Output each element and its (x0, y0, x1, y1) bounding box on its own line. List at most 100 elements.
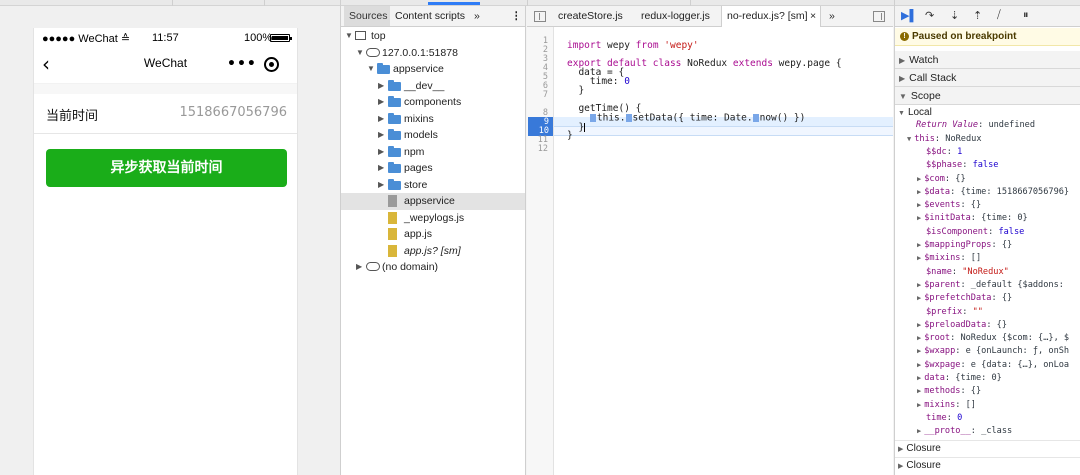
tree-item[interactable]: app.js (341, 226, 525, 243)
tree-arrow-icon[interactable]: ▶ (378, 144, 384, 161)
expand-arrow-icon[interactable]: ▶ (917, 201, 921, 209)
scope-property[interactable]: ▶ data: {time: 0} (917, 372, 1002, 385)
more-tabs-icon[interactable]: » (474, 10, 480, 22)
tab-sources[interactable]: Sources (349, 10, 388, 22)
expand-arrow-icon[interactable]: ▶ (917, 427, 921, 435)
tree-item[interactable]: ▶ (no domain) (341, 259, 525, 276)
scope-property[interactable]: ▼ this: NoRedux (907, 133, 982, 146)
expand-arrow-icon[interactable]: ▶ (917, 321, 921, 329)
scope-property[interactable]: ▶ $prefetchData: {} (917, 292, 1012, 305)
scope-property[interactable]: $name: "NoRedux" (926, 266, 1009, 279)
scope-property[interactable]: $isComponent: false (926, 226, 1024, 239)
expand-arrow-icon[interactable]: ▶ (917, 347, 921, 355)
tree-item[interactable]: ▼ 127.0.0.1:51878 (341, 45, 525, 62)
deactivate-breakpoints-icon[interactable]: ⧸ (997, 9, 1001, 22)
scope-property[interactable]: $prefix: "" (926, 306, 983, 319)
tree-item[interactable]: app.js? [sm] (341, 243, 525, 260)
debugger-sidebar: ▶▌ ↷ ⇣ ⇡ ⧸ ⏸ ! Paused on breakpoint ▶ Watc… (894, 6, 1080, 475)
scope-property[interactable]: ▶ $events: {} (917, 199, 981, 212)
tree-item[interactable]: ▶ npm (341, 144, 525, 161)
section-scope[interactable]: ▼ Scope (895, 87, 1080, 105)
section-call-stack[interactable]: ▶ Call Stack (895, 69, 1080, 87)
async-get-time-button[interactable]: 异步获取当前时间 (46, 149, 287, 187)
tree-item[interactable]: ▶ components (341, 94, 525, 111)
step-over-icon[interactable]: ↷ (925, 9, 934, 22)
tree-item[interactable]: ▶ pages (341, 160, 525, 177)
property-separator: : (991, 240, 1002, 250)
expand-arrow-icon[interactable]: ▶ (917, 281, 921, 289)
expand-arrow-icon[interactable]: ▶ (917, 401, 921, 409)
tree-arrow-icon[interactable]: ▶ (378, 111, 384, 128)
tree-item-label: top (371, 30, 386, 42)
step-into-icon[interactable]: ⇣ (950, 9, 959, 22)
tree-arrow-icon[interactable]: ▶ (378, 160, 384, 177)
tree-item[interactable]: ▶ store (341, 177, 525, 194)
active-panel-indicator (428, 2, 480, 5)
collapse-arrow-icon[interactable]: ▼ (907, 135, 911, 143)
scope-property[interactable]: ▶ mixins: [] (917, 399, 976, 412)
scope-property[interactable]: ▶ __proto__: _class (917, 425, 1012, 438)
more-tabs-icon[interactable]: » (829, 10, 835, 22)
closure-scope[interactable]: ▶ Closure (895, 440, 1080, 456)
expand-arrow-icon[interactable]: ▶ (917, 387, 921, 395)
tree-arrow-icon[interactable]: ▶ (356, 259, 362, 276)
tree-arrow-icon[interactable]: ▶ (378, 94, 384, 111)
tree-item[interactable]: ▼ appservice (341, 61, 525, 78)
close-tab-icon[interactable]: × (810, 10, 816, 22)
tree-item[interactable]: appservice (341, 193, 525, 210)
scope-property[interactable]: ▶ $parent: _default {$addons: (917, 279, 1064, 292)
scope-property[interactable]: Return Value: undefined (916, 119, 1035, 132)
scope-property[interactable]: ▶ $root: NoRedux {$com: {…}, $ (917, 332, 1069, 345)
scope-property[interactable]: ▶ $com: {} (917, 173, 966, 186)
scope-property[interactable]: ▶ $preloadData: {} (917, 319, 1007, 332)
expand-arrow-icon[interactable]: ▶ (917, 188, 921, 196)
tree-item[interactable]: ▶ mixins (341, 111, 525, 128)
more-dots-icon[interactable]: ••• (227, 56, 257, 72)
expand-arrow-icon[interactable]: ▶ (917, 214, 921, 222)
tree-arrow-icon[interactable]: ▼ (345, 28, 353, 45)
scope-property[interactable]: ▶ $mixins: [] (917, 252, 981, 265)
close-circle-icon[interactable] (264, 57, 279, 72)
tree-arrow-icon[interactable]: ▼ (356, 45, 364, 62)
scope-local-header[interactable]: ▼ Local (898, 106, 932, 119)
scope-property[interactable]: $$dc: 1 (926, 146, 962, 159)
tree-item[interactable]: _wepylogs.js (341, 210, 525, 227)
scope-property[interactable]: $$phase: false (926, 159, 998, 172)
expand-arrow-icon[interactable]: ▶ (917, 334, 921, 342)
paused-text: Paused on breakpoint (912, 31, 1017, 42)
tree-arrow-icon[interactable]: ▶ (378, 127, 384, 144)
scope-property[interactable]: ▶ $initData: {time: 0} (917, 212, 1028, 225)
line-number[interactable]: 7 (543, 90, 548, 100)
expand-arrow-icon[interactable]: ▶ (917, 175, 921, 183)
line-number[interactable]: 12 (538, 144, 548, 154)
expand-arrow-icon[interactable]: ▶ (917, 241, 921, 249)
tab-content-scripts[interactable]: Content scripts (395, 10, 465, 22)
step-out-icon[interactable]: ⇡ (973, 9, 982, 22)
tree-arrow-icon[interactable]: ▼ (367, 61, 375, 78)
kebab-menu-icon[interactable]: ⋮ (511, 10, 522, 22)
toggle-debugger-icon[interactable] (873, 11, 885, 22)
scope-property[interactable]: ▶ $wxapp: e {onLaunch: ƒ, onSh (917, 345, 1069, 358)
expand-arrow-icon[interactable]: ▶ (917, 294, 921, 302)
tab-redux-logger[interactable]: redux-logger.js (641, 10, 710, 22)
tab-createstore[interactable]: createStore.js (558, 10, 623, 22)
closure-scope[interactable]: ▶ Closure (895, 457, 1080, 473)
tree-arrow-icon[interactable]: ▶ (378, 78, 384, 95)
expand-arrow-icon[interactable]: ▶ (917, 361, 921, 369)
scope-property[interactable]: ▶ $wxpage: e {data: {…}, onLoa (917, 359, 1069, 372)
toggle-navigator-icon[interactable] (534, 11, 546, 22)
pause-exceptions-icon[interactable]: ⏸ (1023, 9, 1029, 22)
scope-property[interactable]: ▶ methods: {} (917, 385, 981, 398)
section-watch[interactable]: ▶ Watch (895, 51, 1080, 69)
tab-no-redux[interactable]: no-redux.js? [sm] (727, 10, 808, 22)
resume-icon[interactable]: ▶▌ (901, 9, 917, 22)
tree-arrow-icon[interactable]: ▶ (378, 177, 384, 194)
tree-item[interactable]: ▶ __dev__ (341, 78, 525, 95)
expand-arrow-icon[interactable]: ▶ (917, 374, 921, 382)
expand-arrow-icon[interactable]: ▶ (917, 254, 921, 262)
tree-item[interactable]: ▼ top (341, 28, 525, 45)
scope-property[interactable]: time: 0 (926, 412, 962, 425)
scope-property[interactable]: ▶ $data: {time: 1518667056796} (917, 186, 1069, 199)
scope-property[interactable]: ▶ $mappingProps: {} (917, 239, 1012, 252)
tree-item[interactable]: ▶ models (341, 127, 525, 144)
